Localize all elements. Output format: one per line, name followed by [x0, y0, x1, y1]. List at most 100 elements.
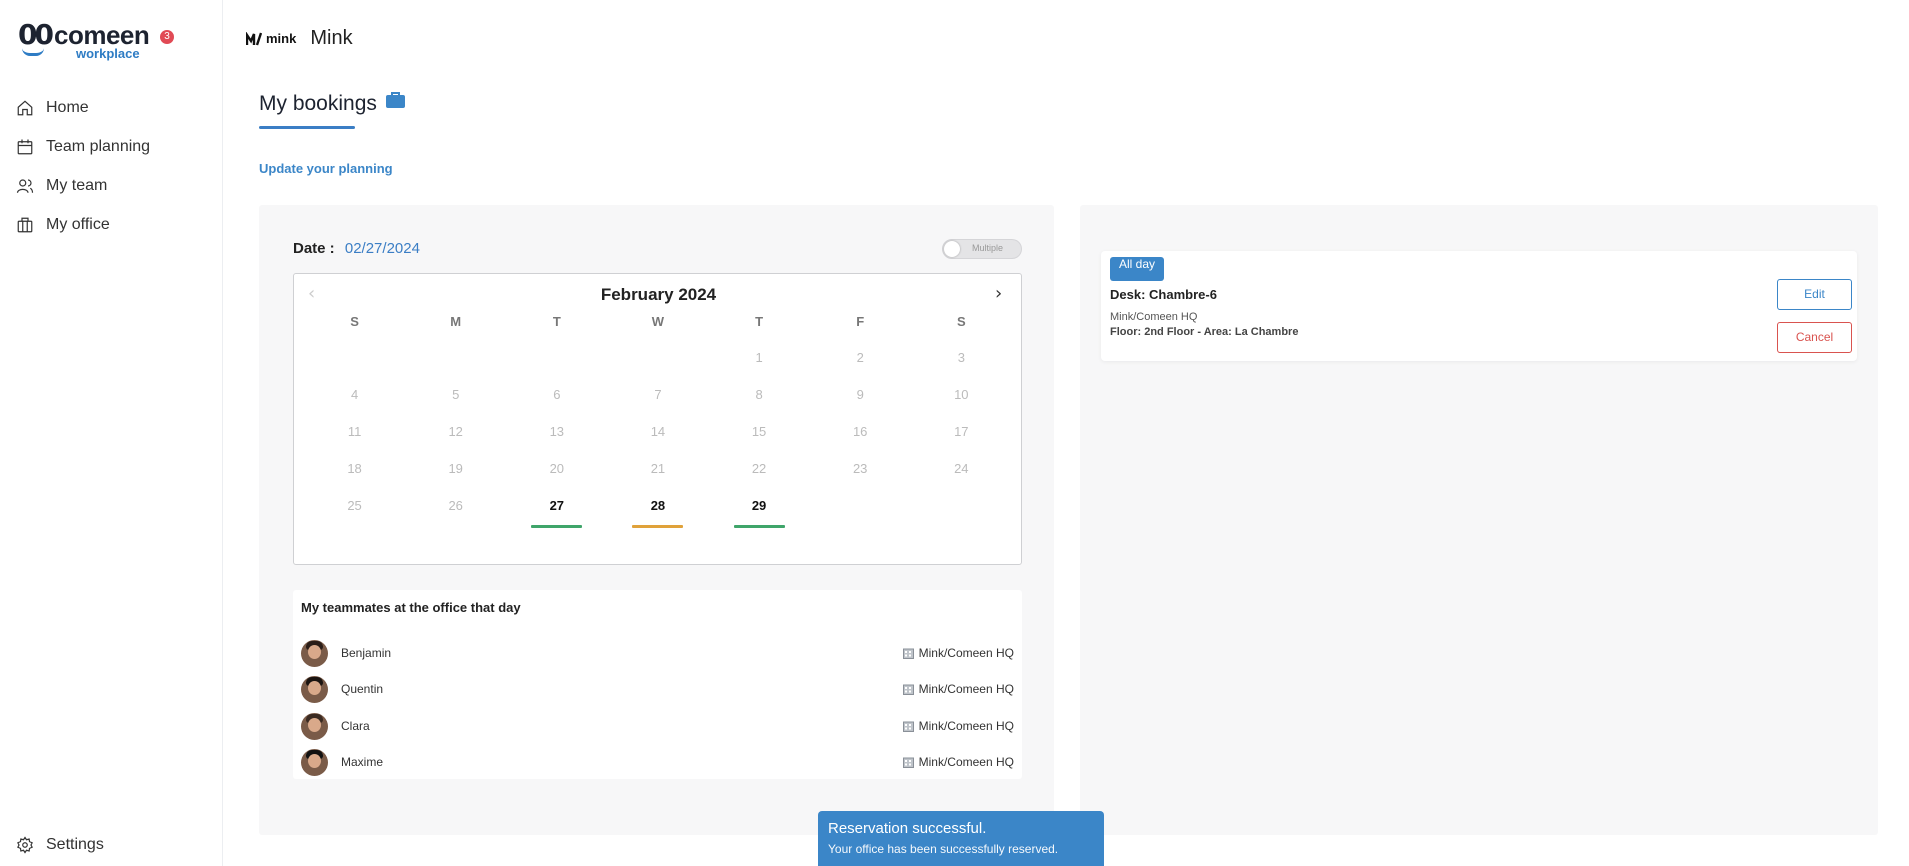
weekday-label: T	[552, 314, 561, 329]
calendar-day: 1	[755, 350, 763, 365]
title-underline	[259, 126, 355, 129]
calendar-icon	[17, 139, 33, 154]
success-toast[interactable]: Reservation successful. Your office has …	[818, 811, 1104, 866]
teammate-office: Mink/Comeen HQ	[902, 682, 1014, 696]
building-icon	[902, 757, 914, 768]
calendar-day: 9	[856, 387, 864, 402]
desk-name: Desk: Chambre-6	[1110, 287, 1217, 302]
org-header: mink Mink	[246, 27, 353, 50]
multiple-toggle[interactable]: Multiple	[942, 239, 1022, 259]
gear-icon	[17, 835, 33, 854]
building-icon	[902, 684, 914, 695]
logo-mark-icon: 00	[18, 18, 54, 51]
calendar-day: 17	[954, 424, 969, 439]
teammates-title: My teammates at the office that day	[301, 600, 521, 615]
occupancy-indicator	[632, 525, 684, 528]
page-title: My bookings	[259, 92, 377, 115]
calendar-grid: S M T W T F S 1 2 3 4 5 6 7 8 9 10 11 12 13 14 15 16 17 18 19 20 21…	[304, 312, 1012, 528]
toast-message: Your office has been successfully reserv…	[828, 842, 1059, 856]
calendar-day[interactable]: 29	[709, 486, 810, 528]
date-row: Date : 02/27/2024	[293, 240, 420, 257]
occupancy-indicator	[733, 525, 785, 528]
avatar	[301, 675, 328, 703]
teammate-row[interactable]: Maxime Mink/Comeen HQ	[301, 747, 1014, 777]
comeen-logo[interactable]: 00 comeen workplace	[18, 18, 158, 61]
calendar: ‹ February 2024 › S M T W T F S 1 2 3 4 5 6 7 8 9 10 11 12…	[293, 273, 1022, 565]
weekday-label: W	[651, 314, 665, 329]
date-label: Date :	[293, 240, 335, 257]
avatar	[301, 639, 328, 667]
weekday-header: SMTWTFS	[304, 312, 1012, 338]
calendar-empty-cell	[304, 338, 405, 375]
sidebar-item-label: Home	[46, 98, 89, 116]
calendar-day: 14	[650, 424, 666, 439]
calendar-week: 4 5 6 7 8 9 10	[304, 375, 1012, 412]
toast-title: Reservation successful.	[828, 820, 987, 837]
office-name: Mink/Comeen HQ	[918, 682, 1014, 696]
teammates-panel: My teammates at the office that day Benj…	[293, 590, 1022, 779]
logo-sub: workplace	[76, 46, 140, 61]
cancel-button[interactable]: Cancel	[1777, 322, 1852, 353]
calendar-day: 26	[448, 498, 463, 513]
calendar-day[interactable]: 27	[506, 486, 607, 528]
calendar-day: 2	[856, 350, 864, 365]
settings-label: Settings	[46, 835, 104, 853]
teammate-row[interactable]: Clara Mink/Comeen HQ	[301, 711, 1014, 741]
teammate-row[interactable]: Quentin Mink/Comeen HQ	[301, 674, 1014, 704]
sidebar-nav: Home Team planning My team My office	[0, 88, 222, 244]
weekday-label: S	[956, 314, 966, 329]
calendar-day: 12	[448, 424, 463, 439]
sidebar-item-team-planning[interactable]: Team planning	[0, 127, 222, 166]
teammate-office: Mink/Comeen HQ	[902, 755, 1014, 769]
sidebar-item-my-team[interactable]: My team	[0, 166, 222, 205]
calendar-week: 18 19 20 21 22 23 24	[304, 449, 1012, 486]
sidebar-item-my-office[interactable]: My office	[0, 205, 222, 244]
calendar-day: 7	[654, 387, 662, 402]
teammate-row[interactable]: Benjamin Mink/Comeen HQ	[301, 638, 1014, 668]
weekday-label: M	[450, 314, 462, 329]
calendar-day: 11	[347, 424, 362, 439]
calendar-empty-cell	[607, 338, 708, 375]
mink-logo-icon	[246, 31, 262, 45]
calendar-day: 22	[751, 461, 767, 476]
toggle-knob	[944, 241, 960, 257]
calendar-week: 1 2 3	[304, 338, 1012, 375]
update-planning-link[interactable]: Update your planning	[259, 161, 393, 176]
next-month-button[interactable]: ›	[995, 283, 1002, 304]
teammate-office: Mink/Comeen HQ	[902, 719, 1014, 733]
sidebar-item-settings[interactable]: Settings	[0, 825, 222, 864]
weekday-label: T	[755, 314, 764, 329]
selected-date[interactable]: 02/27/2024	[345, 240, 420, 257]
calendar-day: 13	[549, 424, 565, 439]
booking-panel: Date : 02/27/2024 Multiple ‹ February 20…	[259, 205, 1054, 835]
all-day-badge: All day	[1110, 257, 1165, 281]
calendar-month: February 2024	[600, 285, 717, 304]
org-short-name: mink	[266, 31, 297, 46]
home-icon	[17, 99, 33, 115]
weekday-label: S	[350, 314, 359, 329]
teammate-name: Quentin	[341, 682, 384, 696]
teammate-name: Clara	[341, 719, 370, 733]
teammate-name: Benjamin	[341, 646, 392, 660]
calendar-day: 6	[553, 387, 561, 402]
app-window: 00 comeen workplace 3 Home Team planning	[0, 0, 1909, 866]
building-icon	[17, 217, 33, 232]
briefcase-icon	[386, 92, 405, 108]
sidebar-item-home[interactable]: Home	[0, 88, 222, 127]
avatar	[301, 712, 328, 740]
sidebar-settings: Settings	[0, 825, 222, 864]
building-icon	[902, 721, 914, 732]
booking-location: Mink/Comeen HQ	[1110, 311, 1198, 323]
booking-card: All day Desk: Chambre-6 Mink/Comeen HQ F…	[1101, 251, 1857, 361]
org-name: Mink	[310, 27, 353, 49]
reservation-panel: All day Desk: Chambre-6 Mink/Comeen HQ F…	[1080, 205, 1878, 835]
sidebar-item-label: My office	[46, 215, 110, 233]
calendar-day[interactable]: 28	[607, 486, 708, 528]
calendar-empty-cell	[911, 486, 1012, 523]
edit-button[interactable]: Edit	[1777, 279, 1852, 310]
notification-badge[interactable]: 3	[160, 30, 174, 44]
sidebar: 00 comeen workplace 3 Home Team planning	[0, 0, 223, 866]
building-icon	[902, 648, 914, 659]
calendar-day: 24	[954, 461, 969, 476]
calendar-day: 16	[852, 424, 868, 439]
